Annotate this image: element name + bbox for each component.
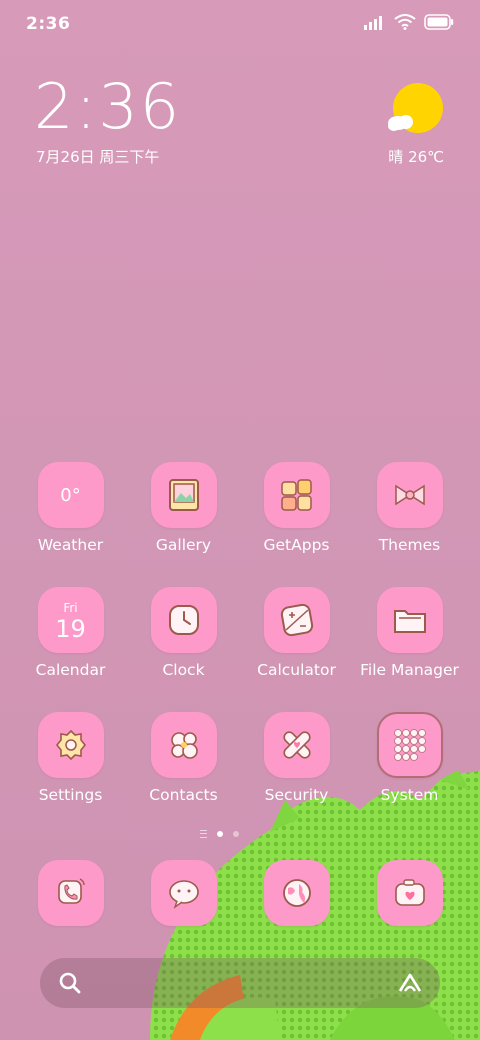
- weather-widget-text: 晴 26℃: [388, 148, 444, 166]
- page-list-icon: [200, 830, 207, 838]
- phone-icon: [37, 860, 104, 926]
- gallery-icon: [150, 462, 217, 528]
- page-dot-active: [217, 831, 223, 837]
- weather-icon: 0°: [37, 462, 104, 528]
- settings-icon: [37, 712, 104, 778]
- weather-icon-text: 0°: [60, 484, 81, 506]
- calendar-icon-date: 19: [55, 614, 86, 643]
- calendar-icon-day: Fri: [63, 600, 78, 615]
- app-weather[interactable]: 0° Weather: [14, 462, 127, 554]
- camera-icon: [376, 860, 443, 926]
- app-security[interactable]: Security: [240, 712, 353, 804]
- app-settings[interactable]: Settings: [14, 712, 127, 804]
- app-label: Contacts: [149, 786, 218, 804]
- clock-widget-time[interactable]: 2:36: [34, 76, 181, 138]
- security-icon: [263, 712, 330, 778]
- app-calculator[interactable]: Calculator: [240, 587, 353, 679]
- browser-icon: [263, 860, 330, 926]
- signal-icon: [364, 14, 386, 34]
- app-clock[interactable]: Clock: [127, 587, 240, 679]
- app-label: Security: [264, 786, 329, 804]
- app-getapps[interactable]: GetApps: [240, 462, 353, 554]
- getapps-icon: [263, 462, 330, 528]
- app-gallery[interactable]: Gallery: [127, 462, 240, 554]
- dock-camera[interactable]: [353, 860, 466, 926]
- app-label: Calculator: [257, 661, 336, 679]
- file-manager-icon: [376, 587, 443, 653]
- app-calendar[interactable]: Fri 19 Calendar: [14, 587, 127, 679]
- sun-cloud-icon[interactable]: [386, 82, 446, 142]
- messages-icon: [150, 860, 217, 926]
- status-bar-icons: [364, 14, 454, 34]
- app-label: Settings: [38, 786, 103, 804]
- app-label: Gallery: [155, 536, 212, 554]
- app-label: Calendar: [35, 661, 106, 679]
- app-system-folder[interactable]: System: [353, 712, 466, 804]
- calendar-icon: Fri 19: [37, 587, 104, 653]
- app-label: Clock: [162, 661, 205, 679]
- app-label: GetApps: [263, 536, 330, 554]
- app-contacts[interactable]: Contacts: [127, 712, 240, 804]
- app-label: Weather: [37, 536, 104, 554]
- dock-phone[interactable]: [14, 860, 127, 926]
- clock-widget-date: 7月26日 周三下午: [36, 148, 160, 166]
- contacts-icon: [150, 712, 217, 778]
- app-label: File Manager: [360, 661, 459, 679]
- status-bar-time: 2:36: [26, 14, 71, 34]
- themes-icon: [376, 462, 443, 528]
- battery-icon: [424, 14, 454, 34]
- page-indicator[interactable]: [200, 830, 239, 838]
- wifi-icon: [394, 14, 416, 34]
- search-bar[interactable]: [40, 958, 440, 1008]
- search-icon: [58, 971, 82, 999]
- app-themes[interactable]: Themes: [353, 462, 466, 554]
- dock-browser[interactable]: [240, 860, 353, 926]
- calculator-icon: [263, 587, 330, 653]
- app-label: Themes: [378, 536, 441, 554]
- assistant-icon[interactable]: [396, 971, 424, 999]
- system-folder-icon: [376, 712, 443, 778]
- page-dot: [233, 831, 239, 837]
- app-label: System: [380, 786, 439, 804]
- app-file-manager[interactable]: File Manager: [353, 587, 466, 679]
- clock-icon: [150, 587, 217, 653]
- dock-messages[interactable]: [127, 860, 240, 926]
